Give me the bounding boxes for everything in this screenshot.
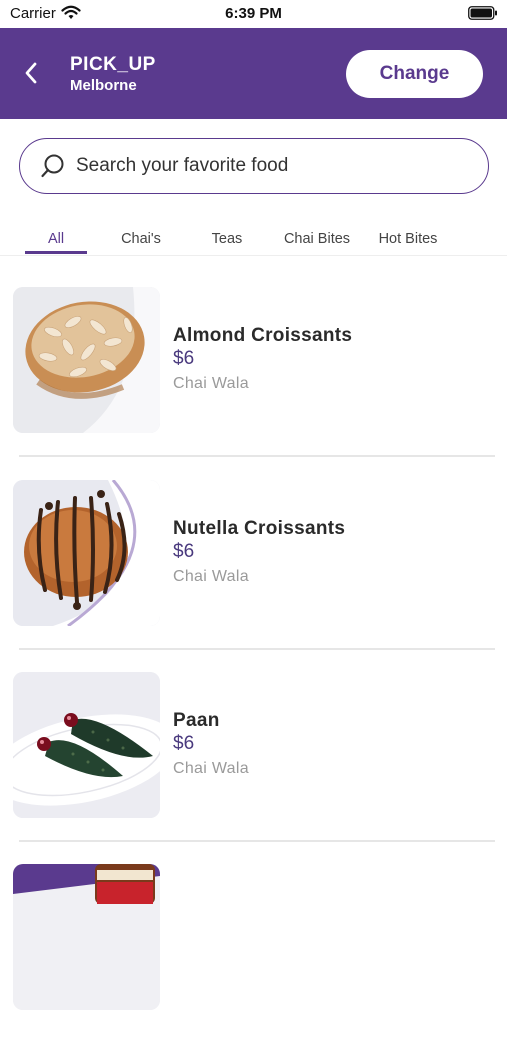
divider [19, 648, 495, 650]
item-name: Almond Croissants [173, 325, 353, 346]
change-location-button[interactable]: Change [346, 50, 483, 98]
item-price: $6 [173, 541, 195, 562]
menu-item[interactable]: Almond Croissants $6 Chai Wala [0, 287, 507, 480]
search-icon [40, 153, 66, 184]
menu-item[interactable]: Paan $6 Chai Wala [0, 672, 507, 865]
nutella-jar-image [13, 864, 160, 1010]
divider [19, 840, 495, 842]
item-price: $6 [173, 348, 195, 369]
battery-icon [468, 6, 498, 25]
almond-croissant-image [13, 287, 160, 433]
status-time: 6:39 PM [225, 5, 282, 22]
menu-item[interactable]: Nutella Croissants $6 Chai Wala [0, 480, 507, 673]
item-name: Nutella Croissants [173, 518, 346, 539]
tab-teas[interactable]: Teas [196, 231, 258, 247]
location-header: PICK_UP Melborne Change [0, 28, 507, 119]
search-input[interactable] [76, 139, 466, 192]
nutella-croissant-image [13, 480, 160, 626]
tab-all[interactable]: All [25, 231, 87, 247]
tab-hot-bites[interactable]: Hot Bites [370, 231, 446, 247]
item-vendor: Chai Wala [173, 375, 249, 392]
item-vendor: Chai Wala [173, 760, 249, 777]
divider [19, 455, 495, 457]
category-tabs: All Chai's Teas Chai Bites Hot Bites [0, 218, 507, 256]
paan-image [13, 672, 160, 818]
tab-chais[interactable]: Chai's [108, 231, 174, 247]
status-bar: Carrier 6:39 PM [0, 0, 507, 28]
chevron-left-icon [25, 62, 37, 84]
item-price: $6 [173, 733, 195, 754]
location-name: Melborne [70, 77, 137, 94]
tab-chai-bites[interactable]: Chai Bites [278, 231, 356, 247]
menu-item[interactable] [0, 864, 507, 1057]
active-tab-indicator [25, 251, 87, 254]
back-button[interactable] [16, 58, 46, 88]
order-mode-title: PICK_UP [70, 54, 156, 75]
item-name: Paan [173, 710, 220, 731]
search-bar[interactable] [19, 138, 489, 194]
item-vendor: Chai Wala [173, 568, 249, 585]
